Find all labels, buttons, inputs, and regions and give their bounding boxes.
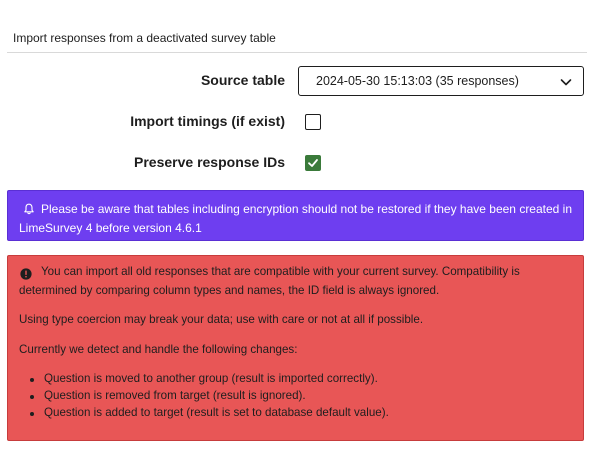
list-item: Question is removed from target (result …: [27, 389, 389, 406]
list-item: Question is moved to another group (resu…: [27, 372, 389, 389]
exclamation-circle-icon: [20, 268, 32, 280]
warning-para3: Currently we detect and handle the follo…: [19, 343, 298, 356]
preserve-ids-row: Preserve response IDs: [0, 148, 596, 178]
warning-para1-line2: determined by comparing column types and…: [19, 284, 440, 297]
source-table-row: Source table 2024-05-30 15:13:03 (35 res…: [0, 66, 596, 96]
preserve-ids-checkbox[interactable]: [305, 155, 321, 171]
list-item: Question is added to target (result is s…: [27, 406, 389, 423]
encryption-info-alert: Please be aware that tables including en…: [7, 190, 584, 241]
import-timings-checkbox[interactable]: [305, 114, 321, 130]
import-timings-row: Import timings (if exist): [0, 107, 596, 137]
chevron-down-icon: [560, 79, 572, 86]
panel-title: Import responses from a deactivated surv…: [13, 31, 276, 45]
source-table-label: Source table: [200, 72, 285, 88]
source-table-value: 2024-05-30 15:13:03 (35 responses): [316, 74, 519, 88]
import-timings-label: Import timings (if exist): [130, 113, 285, 129]
check-icon: [308, 159, 318, 167]
bell-icon: [24, 203, 34, 215]
info-alert-text-line1: Please be aware that tables including en…: [41, 202, 573, 216]
preserve-ids-label: Preserve response IDs: [134, 154, 285, 170]
warning-para1-line1: You can import all old responses that ar…: [41, 265, 520, 278]
compatibility-warning-alert: You can import all old responses that ar…: [7, 255, 584, 441]
warning-para2: Using type coercion may break your data;…: [19, 313, 424, 326]
info-alert-text-line2: LimeSurvey 4 before version 4.6.1: [19, 221, 202, 235]
panel-header: Import responses from a deactivated surv…: [7, 24, 587, 53]
changes-list: Question is moved to another group (resu…: [27, 372, 389, 423]
source-table-select[interactable]: 2024-05-30 15:13:03 (35 responses): [298, 66, 584, 96]
